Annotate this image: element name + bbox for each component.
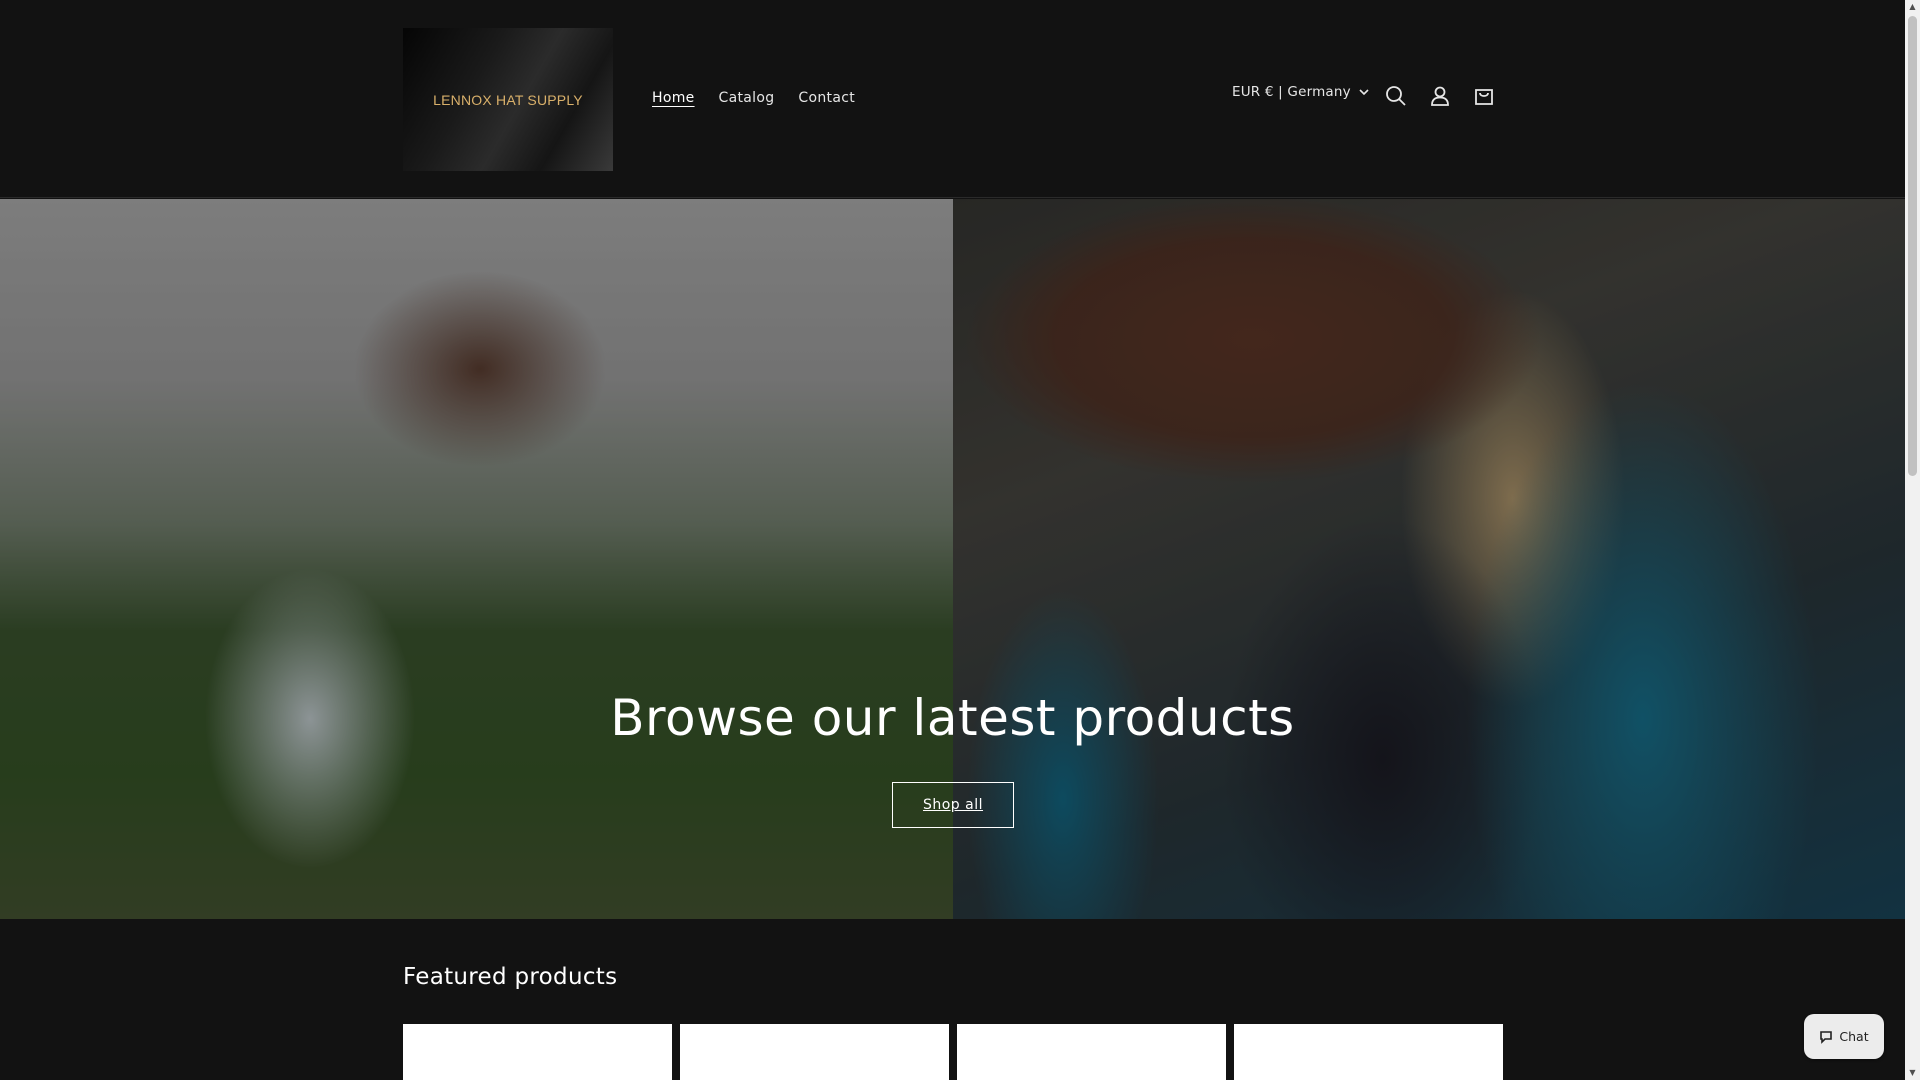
search-button[interactable] — [1382, 82, 1410, 110]
scroll-down-arrow-icon[interactable]: ▼ — [1905, 1066, 1920, 1080]
store-logo[interactable]: LENNOX HAT SUPPLY — [403, 28, 613, 171]
cart-icon — [1475, 89, 1493, 105]
chat-bubble-icon — [1820, 1030, 1833, 1044]
cart-button[interactable] — [1470, 82, 1498, 110]
account-icon — [1431, 86, 1449, 106]
hero-title: Browse our latest products — [610, 689, 1295, 747]
scrollbar-thumb[interactable] — [1908, 16, 1917, 476]
chevron-down-icon — [1359, 88, 1369, 95]
country-selector[interactable]: EUR € | Germany — [1232, 84, 1369, 100]
product-card[interactable] — [1234, 1024, 1503, 1080]
scroll-up-arrow-icon[interactable]: ▲ — [1905, 0, 1920, 14]
search-icon — [1386, 86, 1406, 106]
nav-item-catalog[interactable]: Catalog — [707, 86, 787, 110]
shop-all-button[interactable]: Shop all — [892, 782, 1014, 828]
featured-products-title: Featured products — [403, 964, 618, 990]
nav-item-home[interactable]: Home — [640, 86, 707, 110]
nav-item-contact[interactable]: Contact — [786, 86, 867, 110]
site-header: LENNOX HAT SUPPLY Home Catalog Contact E… — [0, 0, 1905, 198]
product-card[interactable] — [680, 1024, 949, 1080]
account-button[interactable] — [1426, 82, 1454, 110]
hero-banner: Browse our latest products Shop all — [0, 199, 1905, 919]
page-scrollbar[interactable]: ▲ ▼ — [1905, 0, 1920, 1080]
country-selector-label: EUR € | Germany — [1232, 84, 1351, 100]
page: LENNOX HAT SUPPLY Home Catalog Contact E… — [0, 0, 1905, 1080]
logo-text: LENNOX HAT SUPPLY — [433, 91, 583, 108]
main-nav: Home Catalog Contact — [640, 86, 867, 110]
chat-label: Chat — [1839, 1029, 1869, 1044]
product-card[interactable] — [957, 1024, 1226, 1080]
product-card[interactable] — [403, 1024, 672, 1080]
chat-button[interactable]: Chat — [1804, 1014, 1884, 1059]
